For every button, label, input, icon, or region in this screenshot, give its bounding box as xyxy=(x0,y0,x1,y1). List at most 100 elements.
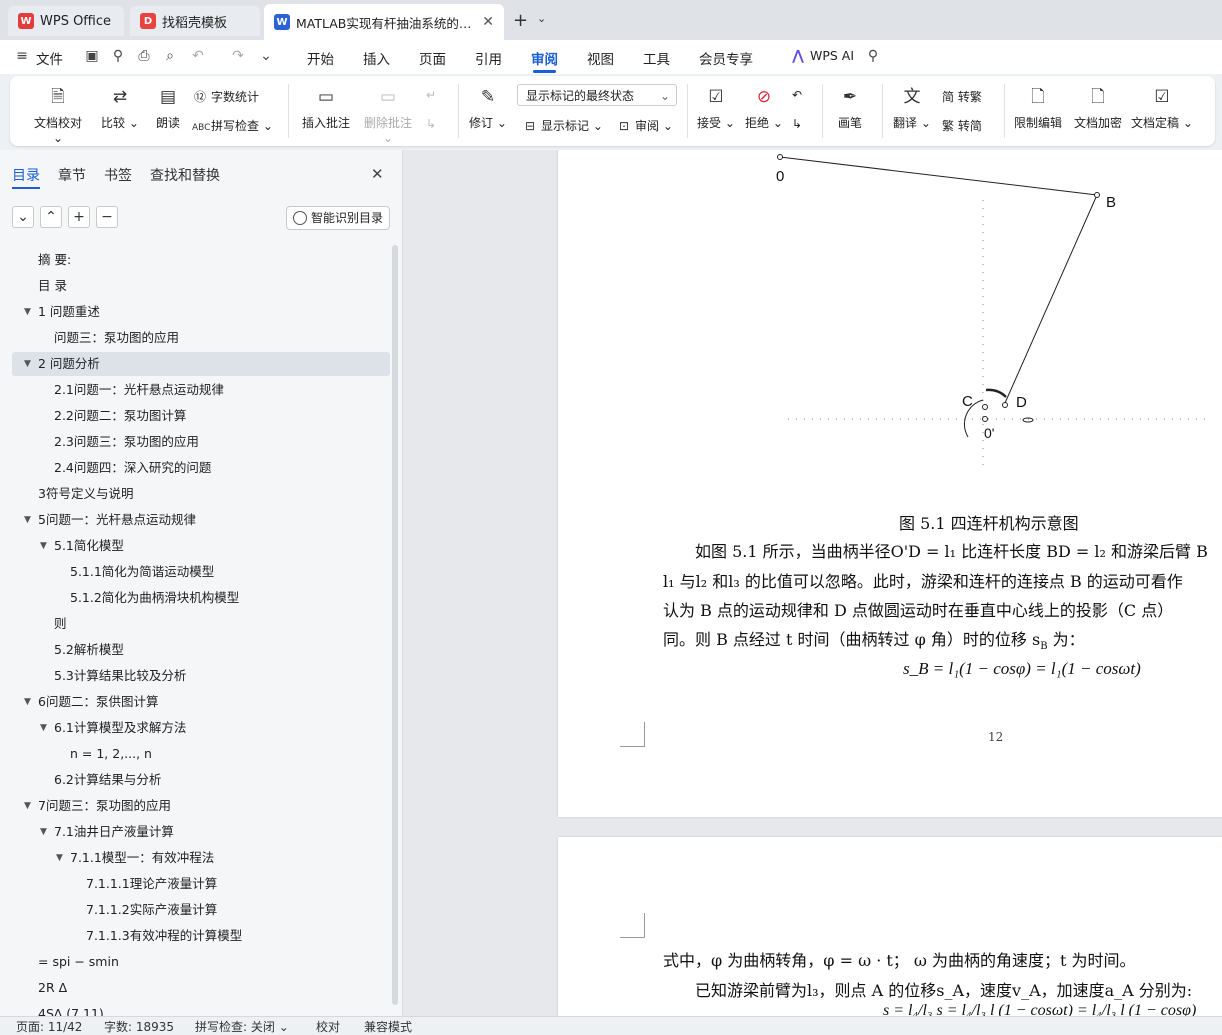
markup-state-select[interactable]: 显示标记的最终状态 ⌄ xyxy=(517,84,677,106)
translate-button[interactable]: 文 翻译 ⌄ xyxy=(890,86,934,131)
redo-icon[interactable]: ↷ xyxy=(230,48,246,64)
close-icon[interactable]: ✕ xyxy=(482,14,494,30)
toc-item[interactable]: 2.2问题二：泵功图计算 xyxy=(54,404,186,428)
next-change-icon[interactable]: ↳ xyxy=(792,117,802,131)
to-simplified-button[interactable]: 繁 转简 xyxy=(942,117,982,134)
spell-check-button[interactable]: ABC拼写检查 ⌄ xyxy=(192,117,273,134)
toc-item[interactable]: = spi − smin xyxy=(38,950,119,974)
spell-check-indicator[interactable]: 拼写检查: 关闭 ⌄ xyxy=(195,1018,289,1035)
toc-item[interactable]: ▼ 5.1简化模型 xyxy=(40,534,124,558)
share-icon[interactable]: ⚲ xyxy=(110,48,126,64)
undo-icon[interactable]: ↶ xyxy=(190,48,206,64)
review-pane-button[interactable]: ⊡ 审阅 ⌄ xyxy=(616,117,673,134)
toc-item[interactable]: ▼ 1 问题重述 xyxy=(24,300,100,324)
expand-arrow-icon[interactable]: ▼ xyxy=(40,534,47,558)
show-markup-button[interactable]: ⊟ 显示标记 ⌄ xyxy=(522,117,603,134)
expand-arrow-icon[interactable]: ▼ xyxy=(24,300,31,324)
menu-view[interactable]: 视图 xyxy=(587,48,614,68)
toc-item[interactable]: 7.1.1.1理论产液量计算 xyxy=(86,872,217,896)
toc-item[interactable]: 3符号定义与说明 xyxy=(38,482,133,506)
pen-button[interactable]: ✒ 画笔 xyxy=(830,86,870,131)
save-icon[interactable]: ▣ xyxy=(84,48,100,64)
track-changes-button[interactable]: ✎ 修订 ⌄ xyxy=(466,86,510,131)
toc-item[interactable]: 2.4问题四：深入研究的问题 xyxy=(54,456,211,480)
prev-comment-icon[interactable]: ↵ xyxy=(426,88,436,102)
collapse-all-button[interactable]: ⌄ xyxy=(12,206,34,228)
expand-arrow-icon[interactable]: ▼ xyxy=(24,690,31,714)
toc-item[interactable]: ▼ 6.1计算模型及求解方法 xyxy=(40,716,186,740)
toc-item[interactable]: 2R Δ xyxy=(38,976,67,1000)
prev-change-icon[interactable]: ↶ xyxy=(792,88,802,102)
toc-item[interactable]: 2.3问题三：泵功图的应用 xyxy=(54,430,199,454)
toc-item[interactable]: ▼ 7.1油井日产液量计算 xyxy=(40,820,174,844)
tab-chapters[interactable]: 章节 xyxy=(58,165,86,185)
expand-arrow-icon[interactable]: ▼ xyxy=(40,716,47,740)
toc-item[interactable]: ▼ 6问题二：泵供图计算 xyxy=(24,690,158,714)
restrict-edit-button[interactable]: 🗋 限制编辑 xyxy=(1010,86,1066,131)
tab-bookmarks[interactable]: 书签 xyxy=(104,165,132,185)
menu-insert[interactable]: 插入 xyxy=(363,48,390,68)
expand-arrow-icon[interactable]: ▼ xyxy=(40,820,47,844)
toc-item[interactable]: 5.1.2简化为曲柄滑块机构模型 xyxy=(70,586,239,610)
tab-toc[interactable]: 目录 xyxy=(12,165,40,189)
toc-item[interactable]: 7.1.1.2实际产液量计算 xyxy=(86,898,217,922)
menu-file[interactable]: 文件 xyxy=(36,48,63,68)
tab-find-replace[interactable]: 查找和替换 xyxy=(150,165,220,185)
toc-item[interactable]: 2.1问题一：光杆悬点运动规律 xyxy=(54,378,224,402)
toc-item[interactable]: ▼ 7.1.1模型一：有效冲程法 xyxy=(56,846,214,870)
print-preview-icon[interactable]: ⌕ xyxy=(162,48,178,64)
chevron-down-icon[interactable]: ⌄ xyxy=(537,12,546,25)
menu-review[interactable]: 审阅 xyxy=(531,48,558,73)
toc-item[interactable]: ▼ 2 问题分析 xyxy=(24,352,100,376)
toc-item[interactable]: n = 1, 2,..., n xyxy=(70,742,152,766)
menu-member[interactable]: 会员专享 xyxy=(699,48,753,68)
page-indicator[interactable]: 页面: 11/42 xyxy=(16,1018,82,1035)
toc-item[interactable]: 6.2计算结果与分析 xyxy=(54,768,161,792)
proofread-button[interactable]: 🗎 文档校对 ⌄ xyxy=(28,86,88,145)
finalize-button[interactable]: ☑ 文档定稿 ⌄ xyxy=(1130,86,1194,131)
toc-item[interactable]: 5.3计算结果比较及分析 xyxy=(54,664,186,688)
search-icon[interactable]: ⚲ xyxy=(865,48,881,64)
more-icon[interactable]: ⌄ xyxy=(258,48,274,64)
to-traditional-button[interactable]: 简 转繁 xyxy=(942,88,982,105)
toc-item[interactable]: 7.1.1.3有效冲程的计算模型 xyxy=(86,924,242,948)
delete-comment-button[interactable]: ▭ 删除批注 ⌄ xyxy=(358,86,418,145)
print-icon[interactable]: ⎙ xyxy=(136,48,152,64)
tab-docer[interactable]: D 找稻壳模板 xyxy=(130,6,260,36)
tab-wps-office[interactable]: W WPS Office xyxy=(8,6,124,36)
reject-button[interactable]: ⊘ 拒绝 ⌄ xyxy=(742,86,786,131)
toc-item[interactable]: 则 xyxy=(54,612,67,636)
tab-document[interactable]: W MATLAB实现有杆抽油系统的… ✕ xyxy=(264,4,504,40)
expand-arrow-icon[interactable]: ▼ xyxy=(24,794,31,818)
menu-wps-ai[interactable]: WPS AI xyxy=(810,48,854,63)
accept-button[interactable]: ☑ 接受 ⌄ xyxy=(694,86,738,131)
next-comment-icon[interactable]: ↳ xyxy=(426,117,436,131)
smart-toc-button[interactable]: 智能识别目录 xyxy=(286,206,390,230)
word-count-button[interactable]: ⑫ 字数统计 xyxy=(192,88,259,105)
scrollbar[interactable] xyxy=(392,245,398,1005)
toc-item[interactable]: 5.2解析模型 xyxy=(54,638,124,662)
expand-arrow-icon[interactable]: ▼ xyxy=(56,846,63,870)
expand-arrow-icon[interactable]: ▼ xyxy=(24,508,31,532)
encrypt-button[interactable]: 🗋 文档加密 xyxy=(1070,86,1126,131)
menu-home[interactable]: 开始 xyxy=(307,48,334,68)
read-aloud-button[interactable]: ▤ 朗读 xyxy=(148,86,188,131)
proof-indicator[interactable]: 校对 xyxy=(316,1018,340,1035)
add-heading-button[interactable]: + xyxy=(68,206,90,228)
toc-item[interactable]: ▼ 7问题三：泵功图的应用 xyxy=(24,794,171,818)
expand-up-button[interactable]: ⌃ xyxy=(40,206,62,228)
expand-arrow-icon[interactable]: ▼ xyxy=(24,352,31,376)
compare-button[interactable]: ⇄ 比较 ⌄ xyxy=(98,86,142,131)
remove-heading-button[interactable]: − xyxy=(96,206,118,228)
menu-page[interactable]: 页面 xyxy=(419,48,446,68)
hamburger-icon[interactable]: ≡ xyxy=(14,48,30,64)
toc-item[interactable]: 摘 要: xyxy=(38,248,71,272)
menu-references[interactable]: 引用 xyxy=(475,48,502,68)
insert-comment-button[interactable]: ▭ 插入批注 xyxy=(296,86,356,131)
close-icon[interactable]: ✕ xyxy=(371,165,384,183)
toc-item[interactable]: 问题三：泵功图的应用 xyxy=(54,326,179,350)
word-count-indicator[interactable]: 字数: 18935 xyxy=(104,1018,174,1035)
toc-item[interactable]: ▼ 5问题一：光杆悬点运动规律 xyxy=(24,508,196,532)
new-tab-icon[interactable]: + xyxy=(513,10,528,31)
toc-item[interactable]: 目 录 xyxy=(38,274,67,298)
